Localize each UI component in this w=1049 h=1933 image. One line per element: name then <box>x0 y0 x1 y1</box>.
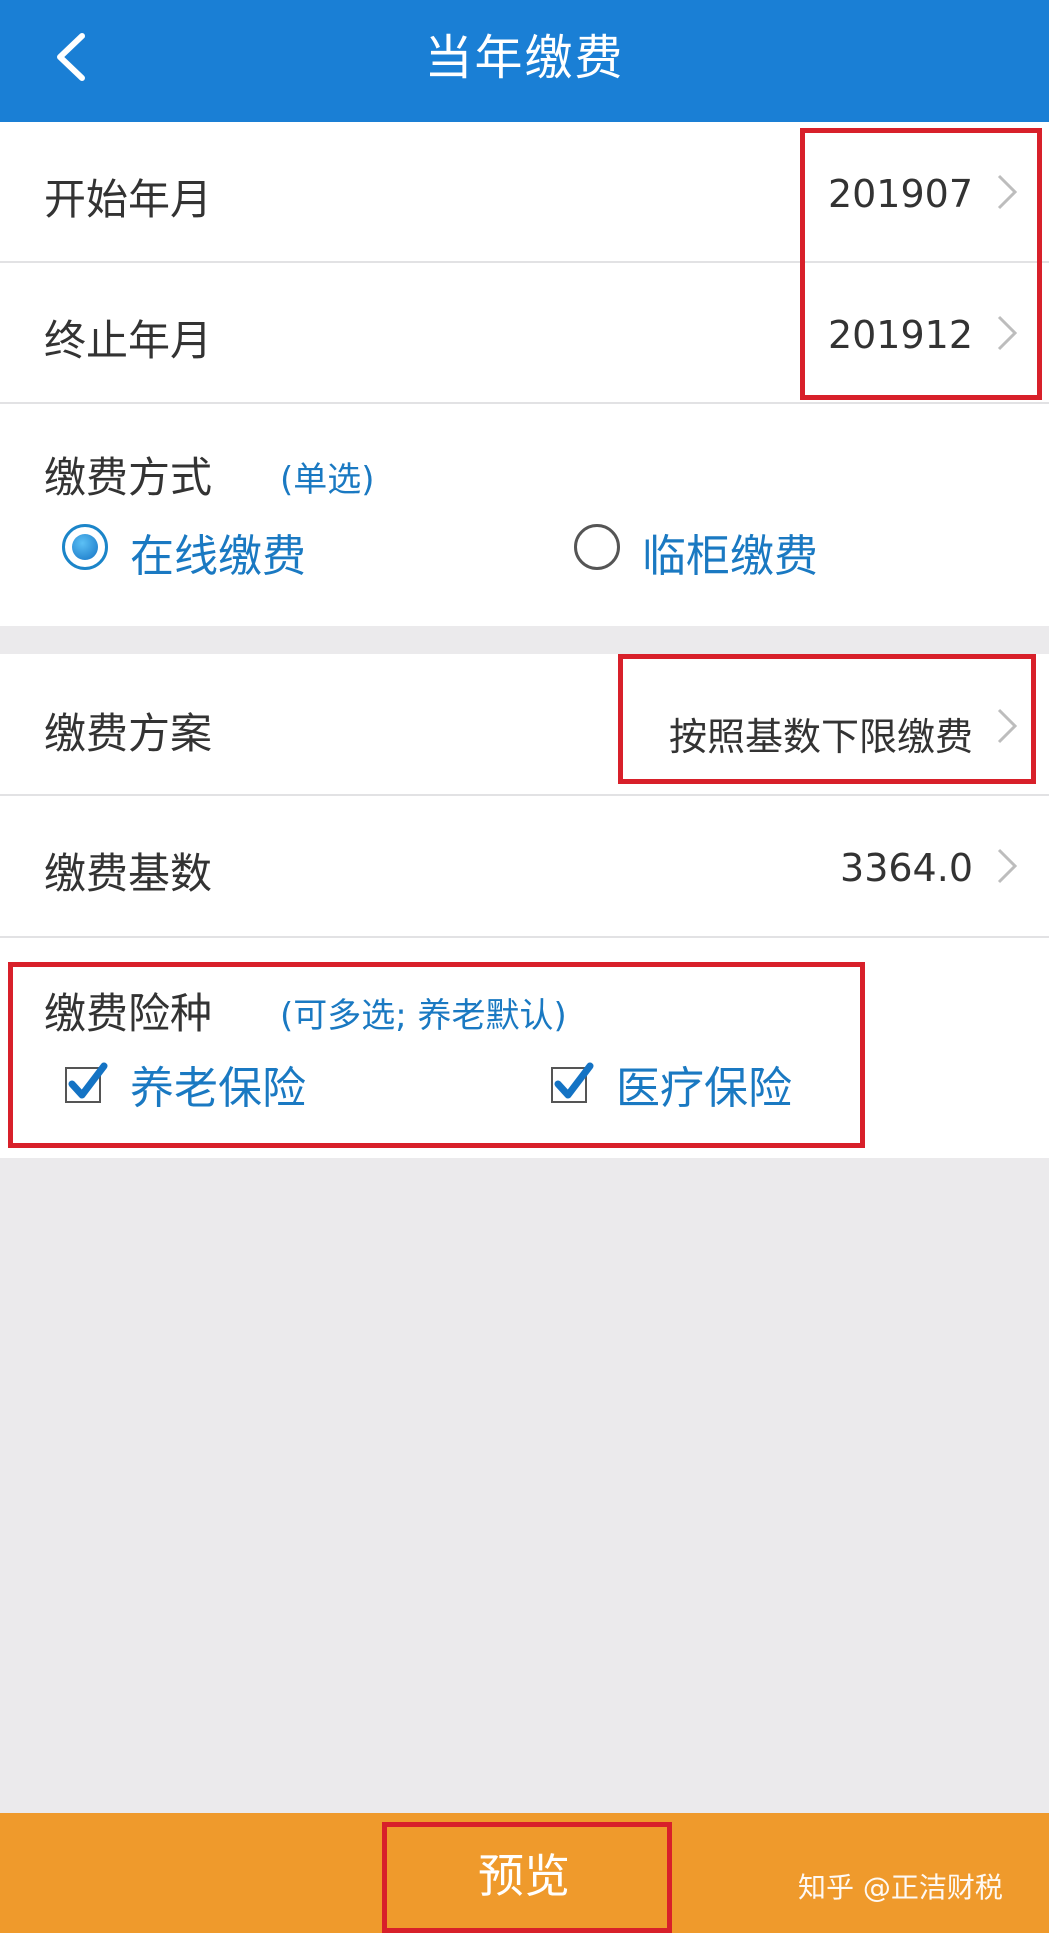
pension-insurance-label[interactable]: 养老保险 <box>130 1052 306 1116</box>
insurance-type-label: 缴费险种 <box>44 989 213 1038</box>
payment-method-hint: (单选) <box>280 460 375 500</box>
radio-counter-payment[interactable] <box>574 524 620 570</box>
preview-button[interactable]: 预览 <box>386 1826 662 1930</box>
chevron-right-icon <box>997 708 1018 744</box>
radio-online-payment[interactable] <box>62 524 108 570</box>
payment-method-section: 缴费方式 (单选) 在线缴费 临柜缴费 <box>0 404 1049 626</box>
insurance-type-hint: (可多选; 养老默认) <box>280 996 567 1036</box>
insurance-type-section: 缴费险种 (可多选; 养老默认) 养老保险 医疗保险 <box>0 938 1049 1158</box>
payment-plan-label: 缴费方案 <box>44 709 213 758</box>
chevron-right-icon <box>997 174 1018 210</box>
start-month-value: 201907 <box>827 172 973 216</box>
payment-base-label: 缴费基数 <box>44 849 213 898</box>
online-payment-label[interactable]: 在线缴费 <box>130 520 306 584</box>
checkbox-pension-insurance[interactable] <box>64 1060 108 1104</box>
start-month-row[interactable]: 开始年月 201907 <box>0 122 1049 262</box>
end-month-row[interactable]: 终止年月 201912 <box>0 263 1049 403</box>
end-month-value: 201912 <box>827 313 973 357</box>
watermark: 知乎 @正洁财税 <box>798 1871 1003 1904</box>
counter-payment-label[interactable]: 临柜缴费 <box>642 520 818 584</box>
payment-method-label: 缴费方式 <box>44 453 213 502</box>
payment-base-value: 3364.0 <box>840 846 973 890</box>
payment-base-row[interactable]: 缴费基数 3364.0 <box>0 796 1049 936</box>
medical-insurance-label[interactable]: 医疗保险 <box>616 1052 792 1116</box>
app-header: 当年缴费 <box>0 0 1049 122</box>
end-month-label: 终止年月 <box>44 316 213 365</box>
payment-plan-row[interactable]: 缴费方案 按照基数下限缴费 <box>0 654 1049 794</box>
checkbox-medical-insurance[interactable] <box>550 1060 594 1104</box>
payment-plan-value: 按照基数下限缴费 <box>668 715 973 759</box>
chevron-right-icon <box>997 848 1018 884</box>
page-title: 当年缴费 <box>424 30 625 86</box>
chevron-right-icon <box>997 315 1018 351</box>
start-month-label: 开始年月 <box>44 175 213 224</box>
